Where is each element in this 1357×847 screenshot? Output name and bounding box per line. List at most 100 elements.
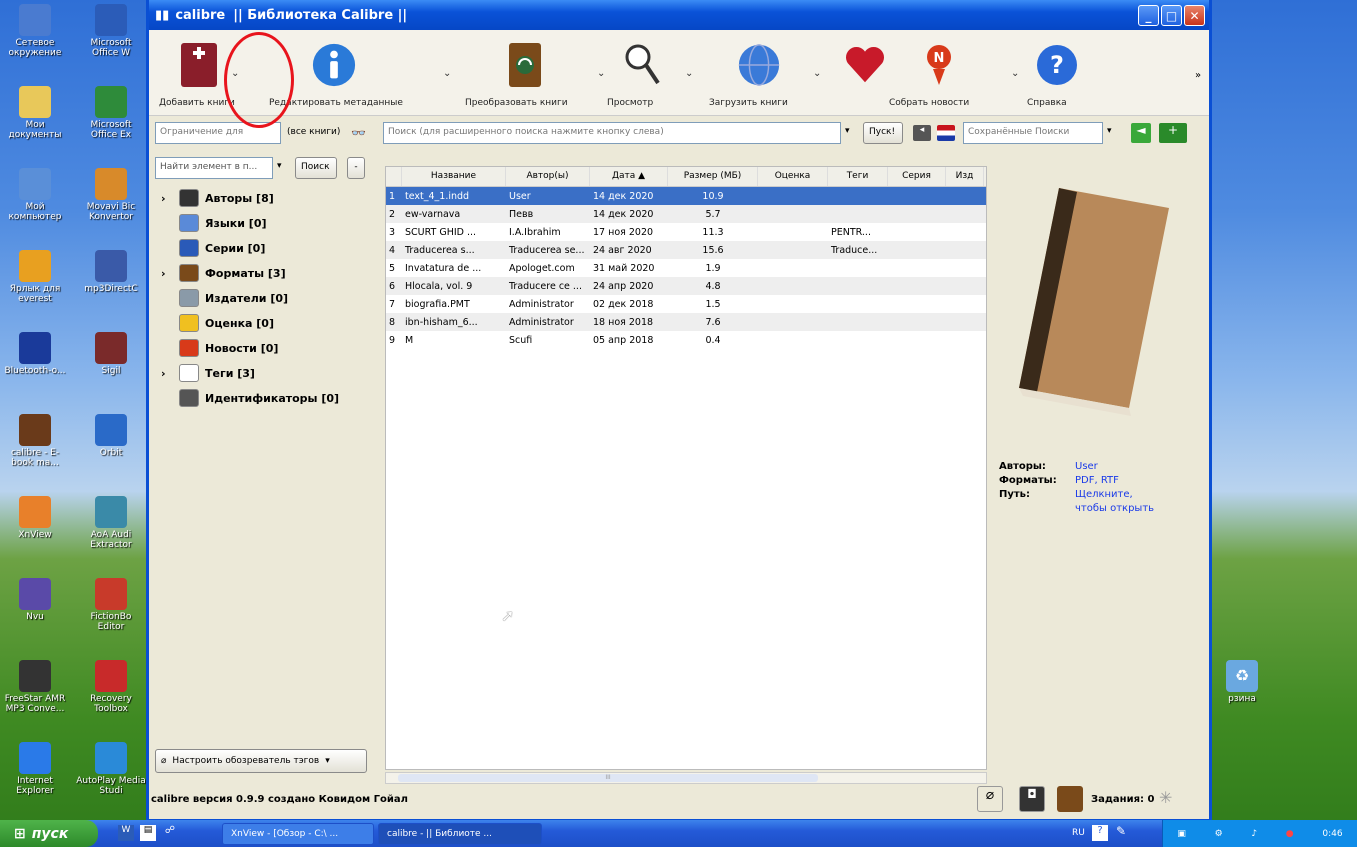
edit-metadata-dropdown[interactable]: ⌄ [443,68,451,79]
desktop-icon[interactable]: FreeStar AMR MP3 Conve... [0,660,70,714]
table-row[interactable]: 7 biografia.PMT Administrator 02 дек 2018 1.… [386,295,986,313]
tag-find-dropdown-icon[interactable]: ▾ [277,161,282,171]
book-cover[interactable] [1019,178,1169,418]
toolbar-more-button[interactable]: » [1195,70,1201,81]
copy-search-icon[interactable] [937,125,955,141]
minimize-button[interactable]: _ [1138,5,1159,26]
desktop-icon[interactable]: Nvu [0,578,70,622]
convert-books-button[interactable]: Преобразовать книги [465,40,585,110]
antivirus-tray-icon[interactable]: ● [1286,829,1294,839]
column-header[interactable]: Теги [828,167,888,186]
configure-tag-browser-button[interactable]: ⌀ Настроить обозреватель тэгов ▾ [155,749,367,773]
table-row[interactable]: 1 text_4_1.indd User 14 дек 2020 10.9 [386,187,986,205]
tag-find-button[interactable]: Поиск [295,157,337,179]
maximize-button[interactable]: □ [1161,5,1182,26]
desktop-icon[interactable]: AutoPlay Media Studi [76,742,146,796]
desktop-icon[interactable]: Orbit [76,414,146,458]
expand-arrow-icon[interactable]: › [161,192,173,205]
table-row[interactable]: 4 Traducerea s... Traducerea se... 24 авг 2… [386,241,986,259]
expand-arrow-icon[interactable]: › [161,267,173,280]
expand-arrow-icon[interactable]: › [161,367,173,380]
desktop-icon[interactable]: Мои документы [0,86,70,140]
desktop-icon[interactable]: AoA Audi Extractor [76,496,146,550]
desktop-icon[interactable]: Мой компьютер [0,168,70,222]
tag-category[interactable]: Идентификаторы [0] [161,389,339,407]
taskbar-item-xnview[interactable]: XnView - [Обзор - C:\ ... [222,823,374,845]
tag-category[interactable]: Серии [0] [161,239,265,257]
view-button[interactable]: Просмотр [607,40,677,110]
jobs-label[interactable]: Задания: 0 [1091,794,1154,805]
search-go-button[interactable]: Пуск! [863,122,903,144]
tag-category[interactable]: Языки [0] [161,214,267,232]
desktop-icon[interactable]: XnView [0,496,70,540]
tag-category[interactable]: Новости [0] [161,339,278,357]
column-header[interactable]: Серия [888,167,946,186]
view-dropdown[interactable]: ⌄ [685,68,693,79]
tag-category[interactable]: Издатели [0] [161,289,288,307]
desktop-icon[interactable]: Recovery Toolbox [76,660,146,714]
recycle-bin[interactable]: ♻ рзина [1212,660,1272,704]
desktop-icon[interactable]: Сетевое окружение [0,4,70,58]
book-list[interactable]: Название Автор(ы) Дата ▲ Размер (МБ) Оценка Т… [385,166,987,770]
quicklaunch-word-icon[interactable]: W [118,825,134,841]
search-input[interactable]: Поиск (для расширенного поиска нажмите к… [383,122,841,144]
column-header[interactable]: Дата ▲ [590,167,668,186]
column-header[interactable]: Оценка [758,167,828,186]
collapse-button[interactable]: - [347,157,365,179]
desktop-icon[interactable]: FictionBo Editor [76,578,146,632]
quicklaunch-desktop-icon[interactable]: ▤ [140,825,156,841]
formats-link[interactable]: PDF, RTF [1075,474,1119,488]
get-books-button[interactable]: Загрузить книги [709,40,809,110]
table-row[interactable]: 6 Hlocala, vol. 9 Traducere ce ... 24 апр 2… [386,277,986,295]
column-header[interactable]: Размер (МБ) [668,167,758,186]
help-button[interactable]: ? Справка [1027,40,1087,110]
path-link[interactable]: Щелкните, чтобы открыть [1075,488,1165,516]
column-header[interactable]: Автор(ы) [506,167,590,186]
table-row[interactable]: 8 ibn-hisham_6... Administrator 18 ноя 2018… [386,313,986,331]
desktop-icon[interactable]: Microsoft Office W [76,4,146,58]
book-details-toggle-icon[interactable] [1057,786,1083,812]
taskbar-item-calibre[interactable]: calibre - || Библиоте ... [378,823,542,845]
convert-dropdown[interactable]: ⌄ [597,68,605,79]
clear-search-icon[interactable]: ◂ [913,125,931,141]
quicklaunch-other-icon[interactable]: ☍ [162,825,178,841]
tag-find-input[interactable]: Найти элемент в п... [155,157,273,179]
column-header[interactable]: Название [402,167,506,186]
save-tray-icon[interactable]: ▣ [1177,829,1186,839]
pen-tray-icon[interactable]: ✎ [1116,824,1126,838]
tag-category[interactable]: › Форматы [3] [161,264,286,282]
layout-icon[interactable]: ◘ [1019,786,1045,812]
start-button[interactable]: ⊞ пуск [0,820,98,847]
tag-category[interactable]: › Теги [3] [161,364,255,382]
authors-link[interactable]: User [1075,460,1098,474]
search-dropdown-icon[interactable]: ▾ [845,126,850,136]
help-tray-icon[interactable]: ? [1092,825,1108,841]
desktop-icon[interactable]: Microsoft Office Ex [76,86,146,140]
save-search-icon[interactable]: ◄ [1131,123,1151,143]
fetch-news-button[interactable]: N Собрать новости [889,40,989,110]
news-dropdown[interactable]: ⌄ [1011,68,1019,79]
table-row[interactable]: 2 ew-varnava Певв 14 дек 2020 5.7 [386,205,986,223]
column-header[interactable]: Изд [946,167,984,186]
desktop-icon[interactable]: Movavi Bic Konvertor [76,168,146,222]
desktop-icon[interactable]: calibre - E-book ma... [0,414,70,468]
desktop-icon[interactable]: Bluetooth-o... [0,332,70,376]
donate-button[interactable] [835,40,895,110]
table-row[interactable]: 9 M Scufi 05 апр 2018 0.4 [386,331,986,349]
saved-searches-select[interactable]: Сохранённые Поиски [963,122,1103,144]
desktop-icon[interactable]: Internet Explorer [0,742,70,796]
tag-editor-icon[interactable]: ⌀ [977,786,1003,812]
tag-category[interactable]: Оценка [0] [161,314,274,332]
desktop-icon[interactable]: Ярлык для everest [0,250,70,304]
network-tray-icon[interactable]: ⚙ [1215,829,1223,839]
saved-searches-dropdown-icon[interactable]: ▾ [1107,126,1112,136]
desktop-icon[interactable]: mp3DirectC [76,250,146,294]
desktop-icon[interactable]: Sigil [76,332,146,376]
table-row[interactable]: 5 Invatatura de ... Apologet.com 31 май 202… [386,259,986,277]
close-button[interactable]: ✕ [1184,5,1205,26]
clock[interactable]: 0:46 [1322,829,1342,839]
get-books-dropdown[interactable]: ⌄ [813,68,821,79]
language-indicator[interactable]: RU [1072,828,1085,838]
volume-tray-icon[interactable]: ♪ [1251,829,1257,839]
table-row[interactable]: 3 SCURT GHID ... I.A.Ibrahim 17 ноя 2020 11.… [386,223,986,241]
